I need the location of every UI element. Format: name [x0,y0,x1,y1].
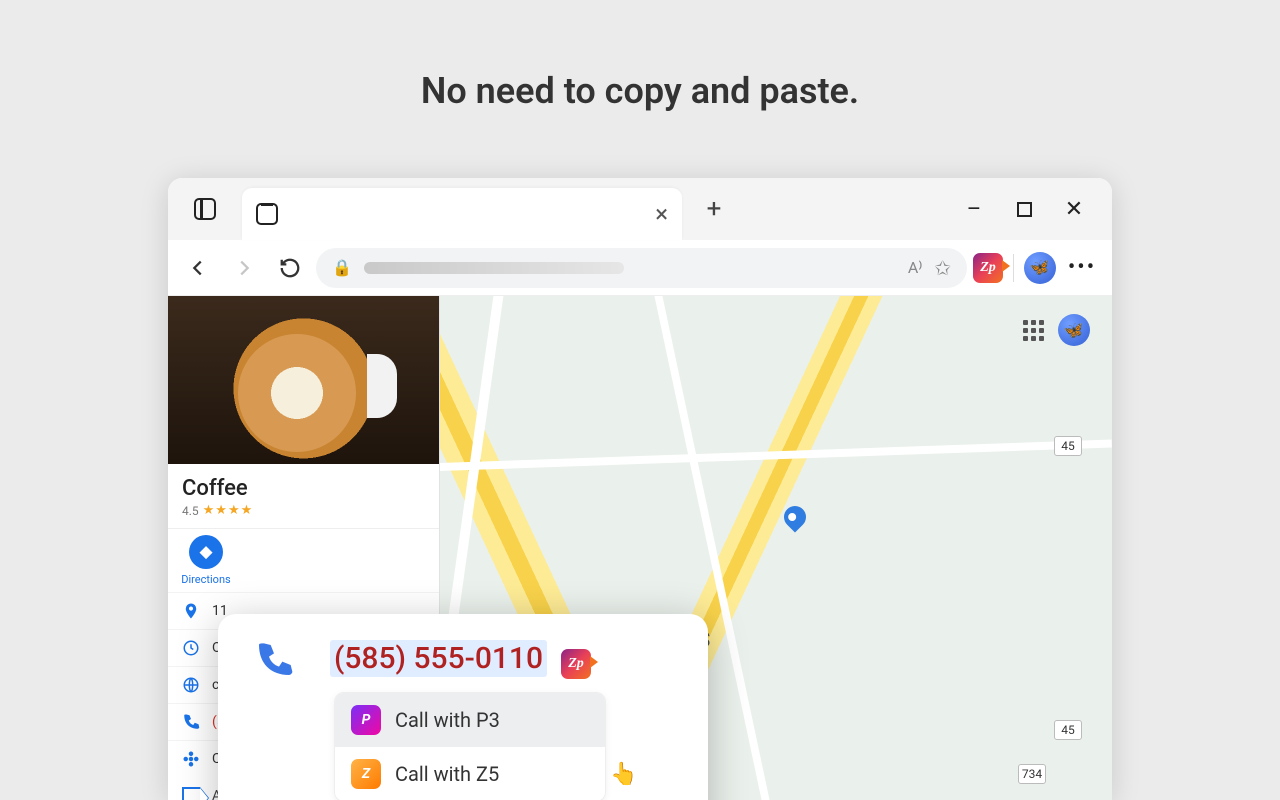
map-pin[interactable] [779,501,810,532]
tab-strip: × + – ✕ [168,178,1112,240]
forward-button[interactable] [224,248,264,288]
pin-icon [182,602,200,620]
star-icon: ★★★★ [203,503,254,518]
phone-popup-card: (585) 555-0110 Zp P Call with P3 Z Call … [218,614,708,800]
directions-icon: ◆ [189,535,223,569]
back-button[interactable] [178,248,218,288]
phone-icon [254,640,294,680]
apps-grid-icon[interactable] [1023,320,1044,341]
overflow-menu-button[interactable]: ••• [1062,248,1102,288]
label-icon [182,787,200,800]
url-text-blurred [364,262,624,274]
close-window-button[interactable]: ✕ [1050,186,1098,232]
extension-zp-button[interactable]: Zp [973,253,1003,283]
popup-phone-number[interactable]: (585) 555-0110 Zp [330,641,591,679]
browser-tab[interactable]: × [242,188,682,240]
lock-icon: 🔒 [332,258,352,277]
plus-code-icon [182,750,200,768]
profile-avatar[interactable]: 🦋 [1024,252,1056,284]
place-rating: 4.5 ★★★★ [168,503,439,528]
clock-icon [182,639,200,657]
map-header-controls: 🦋 [1023,314,1090,346]
popup-phone-row: (585) 555-0110 Zp [246,640,680,680]
place-action-row: ◆ Directions [168,528,439,592]
page-viewport: 45 45 734 Texas 🦋 Coffee 4.5 ★★★★ ◆ Dire… [168,296,1112,800]
call-with-z5-item[interactable]: Z Call with Z5 [335,747,605,800]
route-shield-45b: 45 [1054,720,1082,740]
separator [1013,254,1014,282]
map-profile-avatar[interactable]: 🦋 [1058,314,1090,346]
call-with-p3-item[interactable]: P Call with P3 [335,693,605,747]
zp-badge-icon[interactable]: Zp [561,649,591,679]
panel-icon [194,198,216,220]
headline: No need to copy and paste. [0,70,1280,112]
call-app-menu: P Call with P3 Z Call with Z5 [334,692,606,800]
read-aloud-icon[interactable]: A⁾ [908,258,922,277]
butterfly-icon: 🦋 [1029,257,1051,279]
favorite-button[interactable]: ✩ [934,256,951,280]
address-bar[interactable]: 🔒 A⁾ ✩ [316,248,967,288]
place-title: Coffee [168,464,439,503]
z5-app-icon: Z [351,759,381,789]
place-hero-image[interactable] [168,296,439,464]
route-shield-734: 734 [1018,764,1046,784]
phone-icon [182,713,200,731]
toolbar: 🔒 A⁾ ✩ Zp 🦋 ••• [168,240,1112,296]
panel-toggle-button[interactable] [182,186,228,232]
p3-app-icon: P [351,705,381,735]
directions-button[interactable]: ◆ Directions [178,535,234,586]
maximize-button[interactable] [1000,186,1048,232]
browser-window: × + – ✕ 🔒 A⁾ ✩ Zp 🦋 ••• [168,178,1112,800]
tab-close-button[interactable]: × [655,200,668,228]
new-tab-button[interactable]: + [694,194,734,224]
minimize-button[interactable]: – [950,186,998,232]
window-controls: – ✕ [950,186,1098,232]
reload-button[interactable] [270,248,310,288]
route-shield-45: 45 [1054,436,1082,456]
tab-favicon-icon [256,203,278,225]
globe-icon [182,676,200,694]
